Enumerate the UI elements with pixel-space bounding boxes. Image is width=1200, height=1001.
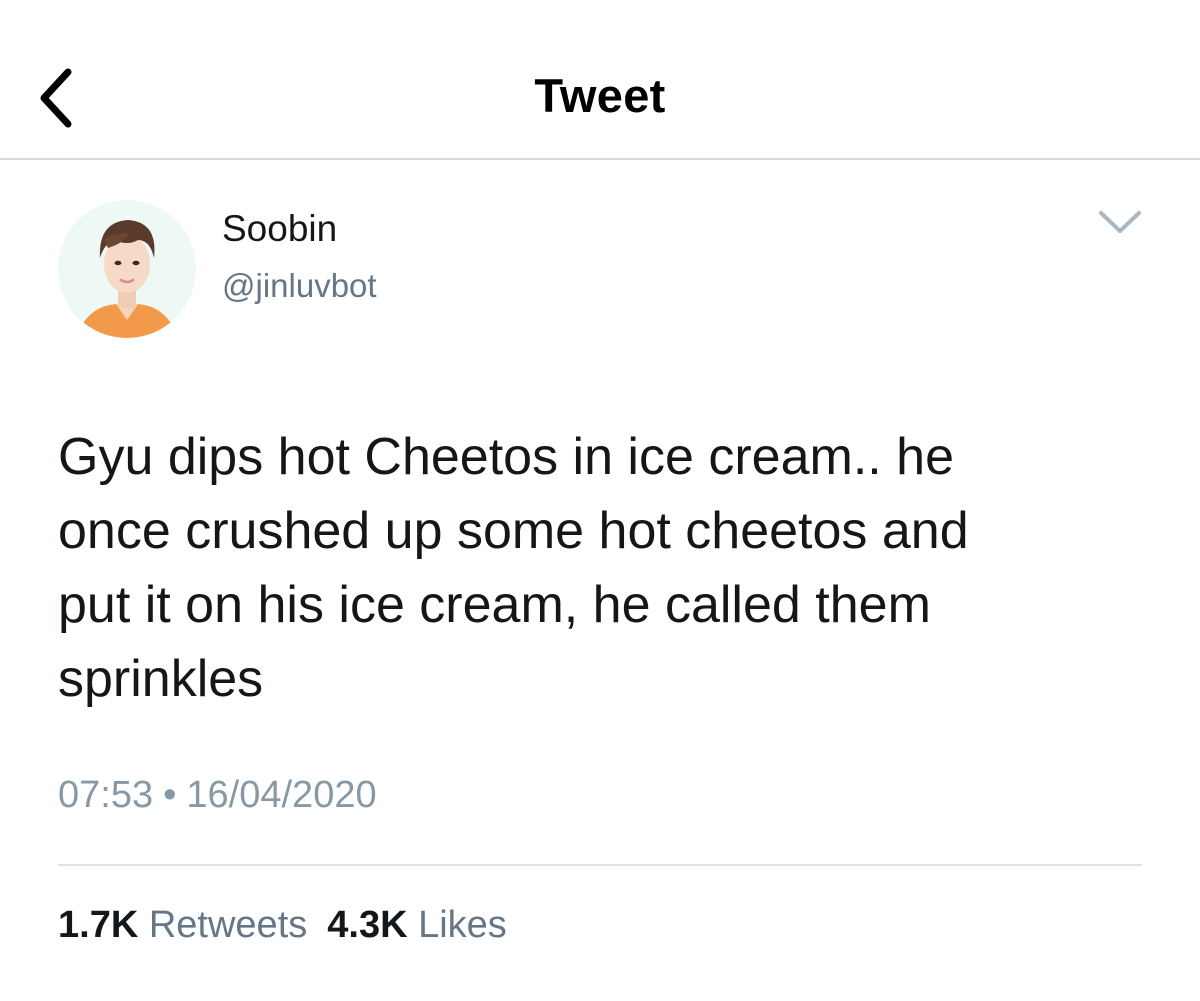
more-options-button[interactable]	[1094, 198, 1146, 246]
tweet-stats: 1.7K Retweets 4.3K Likes	[58, 904, 507, 947]
tweet-date: 16/04/2020	[186, 774, 377, 816]
profile-photo	[58, 200, 196, 338]
tweet-line: once crushed up some hot cheetos and	[58, 502, 969, 560]
tweet-timestamp: 07:53 • 16/04/2020	[58, 774, 377, 817]
top-bar: Tweet	[0, 0, 1200, 160]
chevron-down-icon	[1099, 211, 1141, 233]
avatar[interactable]	[58, 200, 196, 338]
tweet-text: Gyu dips hot Cheetos in ice cream.. he o…	[58, 420, 1158, 716]
tweet-time: 07:53	[58, 774, 154, 816]
author-name[interactable]: Soobin	[222, 208, 337, 250]
likes-stat[interactable]: 4.3K Likes	[327, 904, 507, 946]
likes-count: 4.3K	[327, 904, 408, 946]
retweets-stat[interactable]: 1.7K Retweets	[58, 904, 307, 946]
tweet-line: sprinkles	[58, 650, 264, 708]
likes-label: Likes	[418, 904, 507, 946]
retweets-label: Retweets	[148, 904, 308, 946]
tweet-line: put it on his ice cream, he called them	[58, 576, 931, 634]
meta-separator: •	[163, 774, 177, 816]
tweet-line: Gyu dips hot Cheetos in ice cream.. he	[58, 428, 955, 486]
divider	[58, 864, 1142, 866]
retweets-count: 1.7K	[58, 904, 139, 946]
page-title: Tweet	[534, 69, 666, 122]
author-handle[interactable]: @jinluvbot	[222, 267, 377, 305]
